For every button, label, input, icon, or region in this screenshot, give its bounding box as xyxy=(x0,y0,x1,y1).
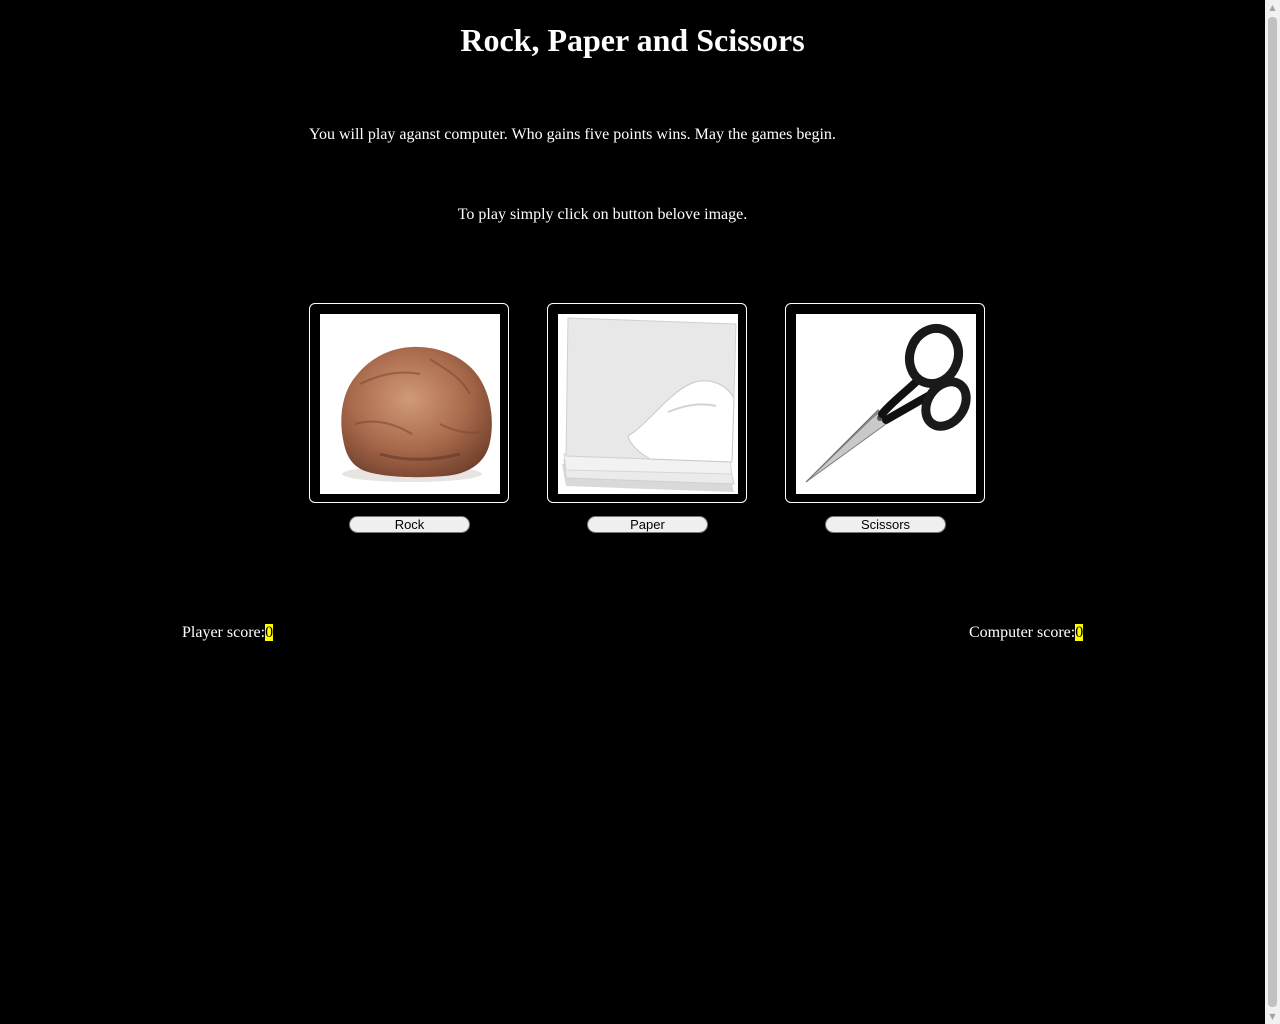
paper-illustration xyxy=(562,317,737,492)
rock-card xyxy=(309,303,509,503)
player-score: Player score:0 xyxy=(182,623,274,643)
scissors-button[interactable]: Scissors xyxy=(825,516,946,533)
rock-button[interactable]: Rock xyxy=(349,516,470,533)
chevron-down-icon[interactable]: ▼ xyxy=(1265,1009,1280,1024)
computer-score: Computer score:0 xyxy=(969,623,1084,643)
scrollbar-thumb[interactable] xyxy=(1268,17,1277,1007)
vertical-scrollbar[interactable]: ▲ ▼ xyxy=(1265,0,1280,1024)
chevron-up-icon[interactable]: ▲ xyxy=(1265,0,1280,15)
player-score-label: Player score: xyxy=(182,624,266,641)
howto-text: To play simply click on button belove im… xyxy=(457,206,748,223)
player-score-value: 0 xyxy=(265,624,274,641)
page-title: Rock, Paper and Scissors xyxy=(460,22,805,58)
game-page: Rock, Paper and Scissors You will play a… xyxy=(0,0,1265,1024)
rock-illustration xyxy=(341,346,492,482)
intro-text: You will play aganst computer. Who gains… xyxy=(309,126,836,143)
computer-score-value: 0 xyxy=(1075,624,1084,641)
computer-score-label: Computer score: xyxy=(969,624,1076,641)
scissors-card xyxy=(785,303,985,503)
rock-image xyxy=(320,314,500,494)
paper-card xyxy=(547,303,747,503)
paper-button[interactable]: Paper xyxy=(587,516,708,533)
scissors-illustration xyxy=(805,323,971,483)
scissors-image xyxy=(796,314,976,494)
paper-image xyxy=(558,314,738,494)
